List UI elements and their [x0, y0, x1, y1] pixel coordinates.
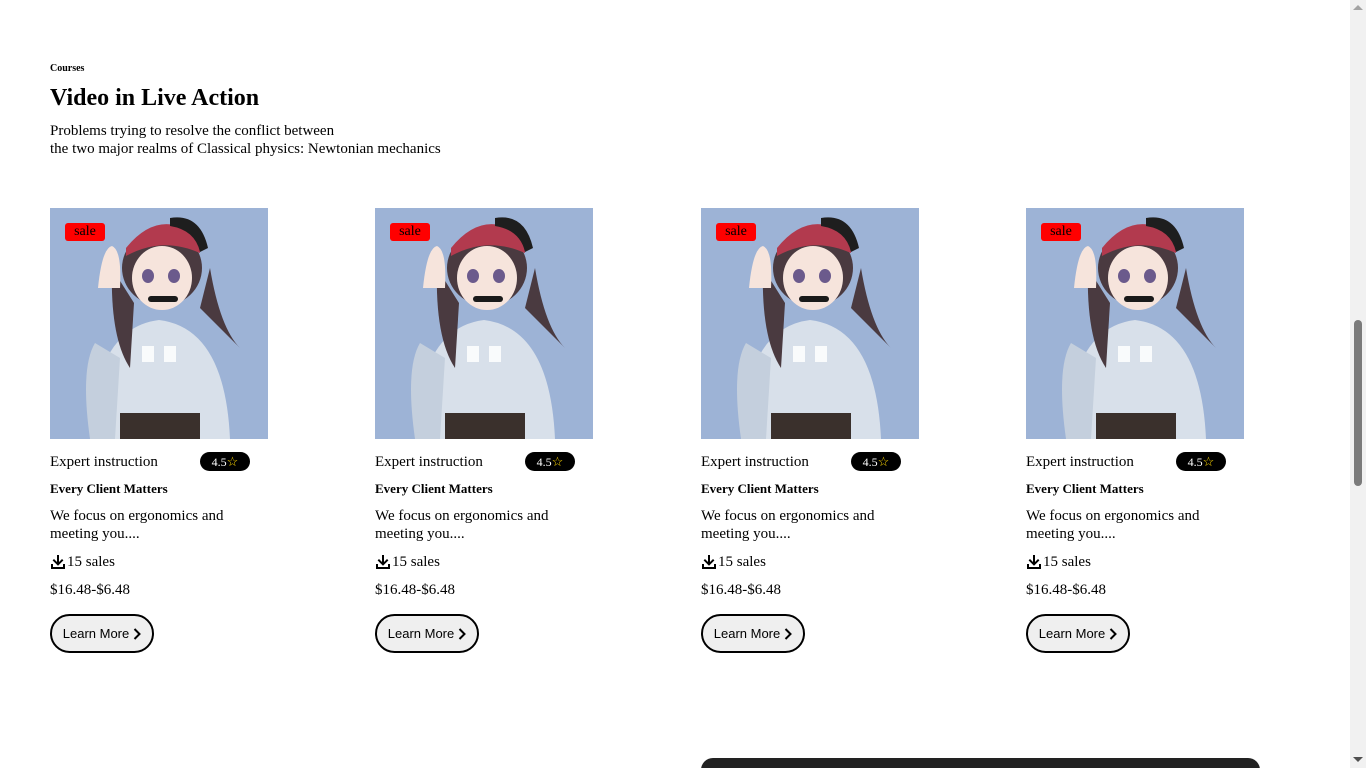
course-card: sale Expert instruction 4.5☆ Every Clien…	[701, 208, 931, 658]
page: Courses Video in Live Action Problems tr…	[0, 0, 1350, 768]
sales-label: 15 sales	[718, 554, 766, 570]
card-description-line: meeting you....	[375, 526, 465, 542]
illustration-image	[701, 208, 919, 439]
card-description-line: meeting you....	[50, 526, 140, 542]
card-title: Every Client Matters	[701, 481, 819, 496]
card-description-line: We focus on ergonomics and	[1026, 508, 1200, 524]
card-title: Every Client Matters	[50, 481, 168, 496]
sale-badge: sale	[1041, 223, 1081, 241]
learn-more-button[interactable]: Learn More	[1026, 614, 1130, 653]
chevron-right-icon	[459, 627, 467, 640]
star-outline-icon: ☆	[877, 454, 890, 469]
sale-badge: sale	[65, 223, 105, 241]
course-card: sale Expert instruction 4.5☆ Every Clien…	[50, 208, 280, 658]
sales-count: 15 sales	[1026, 553, 1091, 571]
rating-value: 4.5	[862, 455, 878, 469]
section-description-line: the two major realms of Classical physic…	[50, 141, 441, 157]
sales-count: 15 sales	[50, 553, 115, 571]
rating-badge: 4.5☆	[851, 452, 901, 471]
rating-value: 4.5	[1187, 455, 1203, 469]
instruction-label: Expert instruction	[50, 454, 158, 470]
scroll-up-arrow-icon[interactable]	[1353, 5, 1363, 10]
learn-more-button[interactable]: Learn More	[701, 614, 805, 653]
learn-more-label: Learn More	[713, 626, 781, 641]
sales-label: 15 sales	[392, 554, 440, 570]
card-title: Every Client Matters	[375, 481, 493, 496]
download-icon	[376, 555, 390, 569]
course-thumbnail[interactable]: sale	[50, 208, 268, 439]
download-icon	[1027, 555, 1041, 569]
section-title: Video in Live Action	[50, 85, 260, 111]
learn-more-label: Learn More	[1038, 626, 1106, 641]
illustration-image	[1026, 208, 1244, 439]
section-eyebrow: Courses	[50, 63, 85, 74]
scroll-down-arrow-icon[interactable]	[1353, 757, 1363, 762]
learn-more-button[interactable]: Learn More	[375, 614, 479, 653]
sales-count: 15 sales	[375, 553, 440, 571]
star-outline-icon: ☆	[551, 454, 564, 469]
card-description-line: meeting you....	[1026, 526, 1116, 542]
sales-label: 15 sales	[67, 554, 115, 570]
card-title: Every Client Matters	[1026, 481, 1144, 496]
price-range: $16.48-$6.48	[1026, 582, 1106, 598]
card-description: We focus on ergonomics and meeting you..…	[50, 507, 250, 543]
course-card: sale Expert instruction 4.5☆ Every Clien…	[1026, 208, 1256, 658]
rating-value: 4.5	[211, 455, 227, 469]
page-scrollbar[interactable]	[1350, 0, 1366, 768]
bottom-panel-edge	[701, 758, 1260, 768]
sale-badge: sale	[390, 223, 430, 241]
scrollbar-thumb[interactable]	[1354, 320, 1362, 486]
section-description-line: Problems trying to resolve the conflict …	[50, 123, 335, 139]
download-icon	[51, 555, 65, 569]
price-range: $16.48-$6.48	[50, 582, 130, 598]
instruction-label: Expert instruction	[1026, 454, 1134, 470]
star-outline-icon: ☆	[226, 454, 239, 469]
instruction-label: Expert instruction	[701, 454, 809, 470]
section-description: Problems trying to resolve the conflict …	[50, 122, 490, 158]
price-range: $16.48-$6.48	[375, 582, 455, 598]
card-description-line: We focus on ergonomics and	[50, 508, 224, 524]
card-description-line: We focus on ergonomics and	[375, 508, 549, 524]
rating-value: 4.5	[536, 455, 552, 469]
price-range: $16.48-$6.48	[701, 582, 781, 598]
chevron-right-icon	[785, 627, 793, 640]
illustration-image	[50, 208, 268, 439]
rating-badge: 4.5☆	[200, 452, 250, 471]
rating-badge: 4.5☆	[525, 452, 575, 471]
illustration-image	[375, 208, 593, 439]
instruction-label: Expert instruction	[375, 454, 483, 470]
card-description: We focus on ergonomics and meeting you..…	[1026, 507, 1226, 543]
course-thumbnail[interactable]: sale	[701, 208, 919, 439]
course-card: sale Expert instruction 4.5☆ Every Clien…	[375, 208, 605, 658]
rating-badge: 4.5☆	[1176, 452, 1226, 471]
learn-more-label: Learn More	[387, 626, 455, 641]
card-description-line: meeting you....	[701, 526, 791, 542]
card-description: We focus on ergonomics and meeting you..…	[701, 507, 901, 543]
star-outline-icon: ☆	[1202, 454, 1215, 469]
chevron-right-icon	[134, 627, 142, 640]
course-thumbnail[interactable]: sale	[375, 208, 593, 439]
learn-more-label: Learn More	[62, 626, 130, 641]
sales-label: 15 sales	[1043, 554, 1091, 570]
card-description: We focus on ergonomics and meeting you..…	[375, 507, 575, 543]
download-icon	[702, 555, 716, 569]
sale-badge: sale	[716, 223, 756, 241]
card-description-line: We focus on ergonomics and	[701, 508, 875, 524]
sales-count: 15 sales	[701, 553, 766, 571]
course-thumbnail[interactable]: sale	[1026, 208, 1244, 439]
chevron-right-icon	[1110, 627, 1118, 640]
learn-more-button[interactable]: Learn More	[50, 614, 154, 653]
